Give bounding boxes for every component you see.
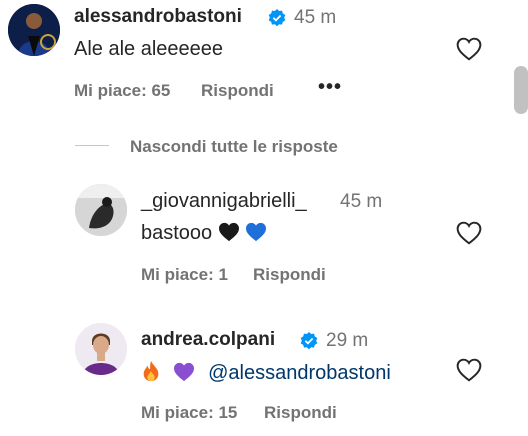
avatar[interactable] <box>75 323 127 375</box>
reply-button[interactable]: Rispondi <box>253 265 326 285</box>
avatar[interactable] <box>8 4 60 56</box>
hide-replies-button[interactable]: Nascondi tutte le risposte <box>130 137 338 157</box>
scrollbar-thumb[interactable] <box>514 66 528 114</box>
mention-link[interactable]: @alessandrobastoni <box>208 362 391 384</box>
black-heart-icon <box>218 222 239 242</box>
likes-count[interactable]: Mi piace: 1 <box>141 265 228 285</box>
like-heart-icon[interactable] <box>456 358 482 382</box>
comment-time: 29 m <box>326 330 369 351</box>
likes-count[interactable]: Mi piace: 15 <box>141 403 237 423</box>
blue-heart-icon <box>246 222 267 242</box>
verified-badge-icon <box>300 332 318 350</box>
comment-username[interactable]: _giovannigabrielli_ <box>141 190 307 213</box>
fire-icon <box>143 360 159 382</box>
comment-text: Ale ale aleeeeee <box>74 38 224 60</box>
likes-count[interactable]: Mi piace: 65 <box>74 81 170 101</box>
more-options-icon[interactable]: ••• <box>318 76 342 99</box>
purple-heart-icon <box>173 362 194 382</box>
avatar[interactable] <box>75 184 127 236</box>
comment-text-content: bastooo <box>141 222 213 244</box>
comment-text: @alessandrobastoni <box>141 360 391 385</box>
verified-badge-icon <box>268 9 286 27</box>
avatar-image <box>75 184 127 236</box>
like-heart-icon[interactable] <box>456 221 482 245</box>
reply-button[interactable]: Rispondi <box>264 403 337 423</box>
like-heart-icon[interactable] <box>456 37 482 61</box>
avatar-image <box>8 4 60 56</box>
comment-username[interactable]: andrea.colpani <box>141 329 275 351</box>
comment-time: 45 m <box>340 191 383 212</box>
divider <box>75 145 109 146</box>
comment-username[interactable]: alessandrobastoni <box>74 6 242 28</box>
comment-time: 45 m <box>294 7 337 28</box>
reply-button[interactable]: Rispondi <box>201 81 274 101</box>
comment-text: bastooo <box>141 222 267 245</box>
avatar-image <box>75 323 127 375</box>
